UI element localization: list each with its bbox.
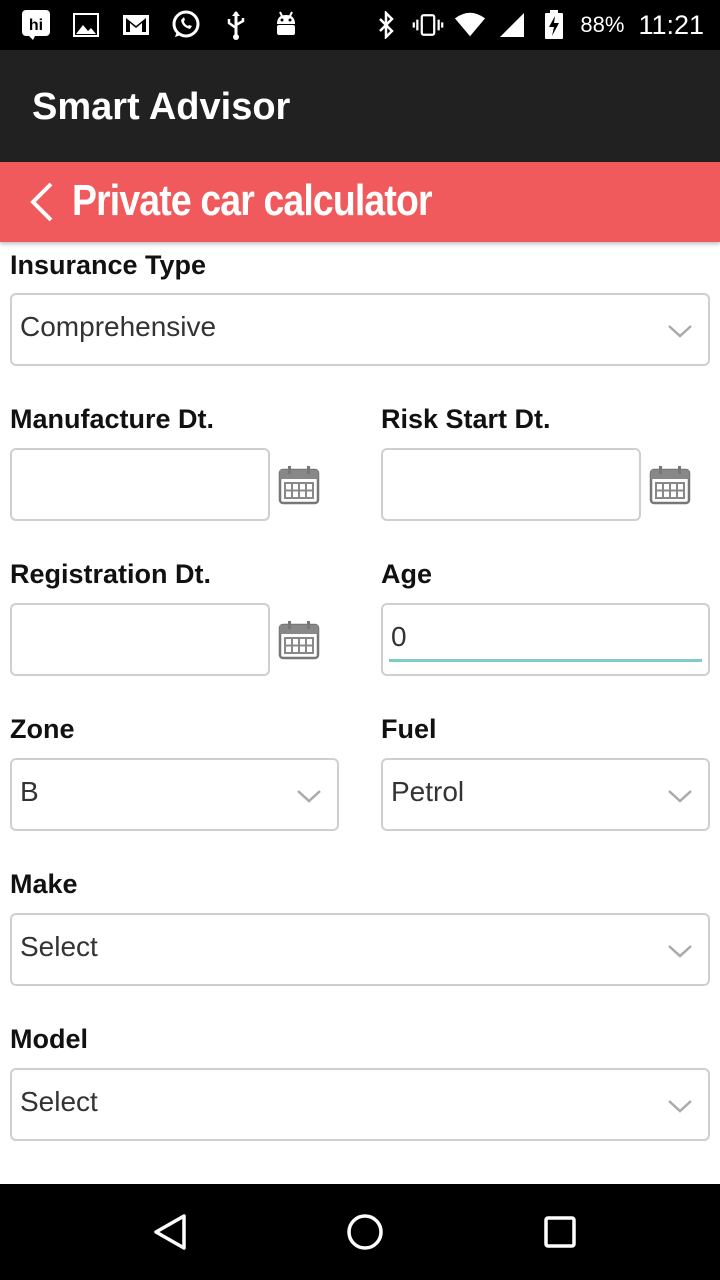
bluetooth-icon xyxy=(370,9,402,41)
focus-underline xyxy=(389,659,702,662)
chevron-left-icon xyxy=(30,182,53,222)
calendar-icon[interactable] xyxy=(278,464,320,506)
signal-icon xyxy=(496,9,528,41)
battery-charging-icon xyxy=(538,9,570,41)
fuel-select[interactable]: Petrol xyxy=(381,758,710,831)
nav-recents-button[interactable] xyxy=(536,1208,584,1256)
android-debug-icon xyxy=(270,9,302,41)
make-value: Select xyxy=(20,931,98,962)
chevron-down-icon xyxy=(297,790,321,803)
chevron-down-icon xyxy=(668,325,692,338)
make-select[interactable]: Select xyxy=(10,913,710,986)
back-button[interactable] xyxy=(18,178,64,226)
fuel-label: Fuel xyxy=(381,714,437,744)
home-circle-icon xyxy=(347,1214,383,1250)
manufacture-date-input[interactable] xyxy=(10,448,270,521)
model-label: Model xyxy=(10,1024,88,1054)
make-label: Make xyxy=(10,869,78,899)
app-bar: Smart Advisor xyxy=(0,50,720,162)
nav-back-button[interactable] xyxy=(146,1208,194,1256)
wifi-icon xyxy=(454,9,486,41)
back-triangle-icon xyxy=(154,1214,186,1250)
calculator-header: Private car calculator xyxy=(0,162,720,242)
registration-date-input[interactable] xyxy=(10,603,270,676)
model-value: Select xyxy=(20,1086,98,1117)
age-input[interactable]: 0 xyxy=(381,603,710,676)
zone-value: B xyxy=(20,776,39,807)
risk-start-date-input[interactable] xyxy=(381,448,641,521)
whatsapp-icon xyxy=(170,9,202,41)
chevron-down-icon xyxy=(668,945,692,958)
insurance-type-select[interactable]: Comprehensive xyxy=(10,293,710,366)
chevron-down-icon xyxy=(668,1100,692,1113)
calendar-icon[interactable] xyxy=(649,464,691,506)
zone-label: Zone xyxy=(10,714,75,744)
zone-select[interactable]: B xyxy=(10,758,339,831)
risk-start-date-label: Risk Start Dt. xyxy=(381,404,551,434)
usb-icon xyxy=(220,9,252,41)
hi-app-icon: hi xyxy=(20,9,52,41)
gmail-icon xyxy=(120,9,152,41)
recents-square-icon xyxy=(544,1216,576,1248)
model-select[interactable]: Select xyxy=(10,1068,710,1141)
image-icon xyxy=(70,9,102,41)
calendar-icon[interactable] xyxy=(278,619,320,661)
vibrate-icon xyxy=(412,9,444,41)
chevron-down-icon xyxy=(668,790,692,803)
registration-date-label: Registration Dt. xyxy=(10,559,212,589)
insurance-type-label: Insurance Type xyxy=(10,250,207,280)
app-title: Smart Advisor xyxy=(32,86,291,128)
battery-percent: 88% xyxy=(580,12,625,37)
calculator-form: Insurance Type Comprehensive Manufacture… xyxy=(0,242,720,1184)
age-label: Age xyxy=(381,559,433,589)
fuel-value: Petrol xyxy=(391,776,465,807)
insurance-type-value: Comprehensive xyxy=(20,311,217,342)
notification-icons: hi xyxy=(20,8,302,42)
clock: 11:21 xyxy=(638,9,704,40)
svg-text:hi: hi xyxy=(29,17,43,34)
status-bar: hi 88% 11:21 xyxy=(0,0,720,50)
navigation-bar xyxy=(0,1184,720,1280)
age-value: 0 xyxy=(391,621,407,652)
manufacture-date-label: Manufacture Dt. xyxy=(10,404,215,434)
page-title: Private car calculator xyxy=(72,176,433,225)
system-status-icons: 88% 11:21 xyxy=(370,8,704,42)
nav-home-button[interactable] xyxy=(341,1208,389,1256)
